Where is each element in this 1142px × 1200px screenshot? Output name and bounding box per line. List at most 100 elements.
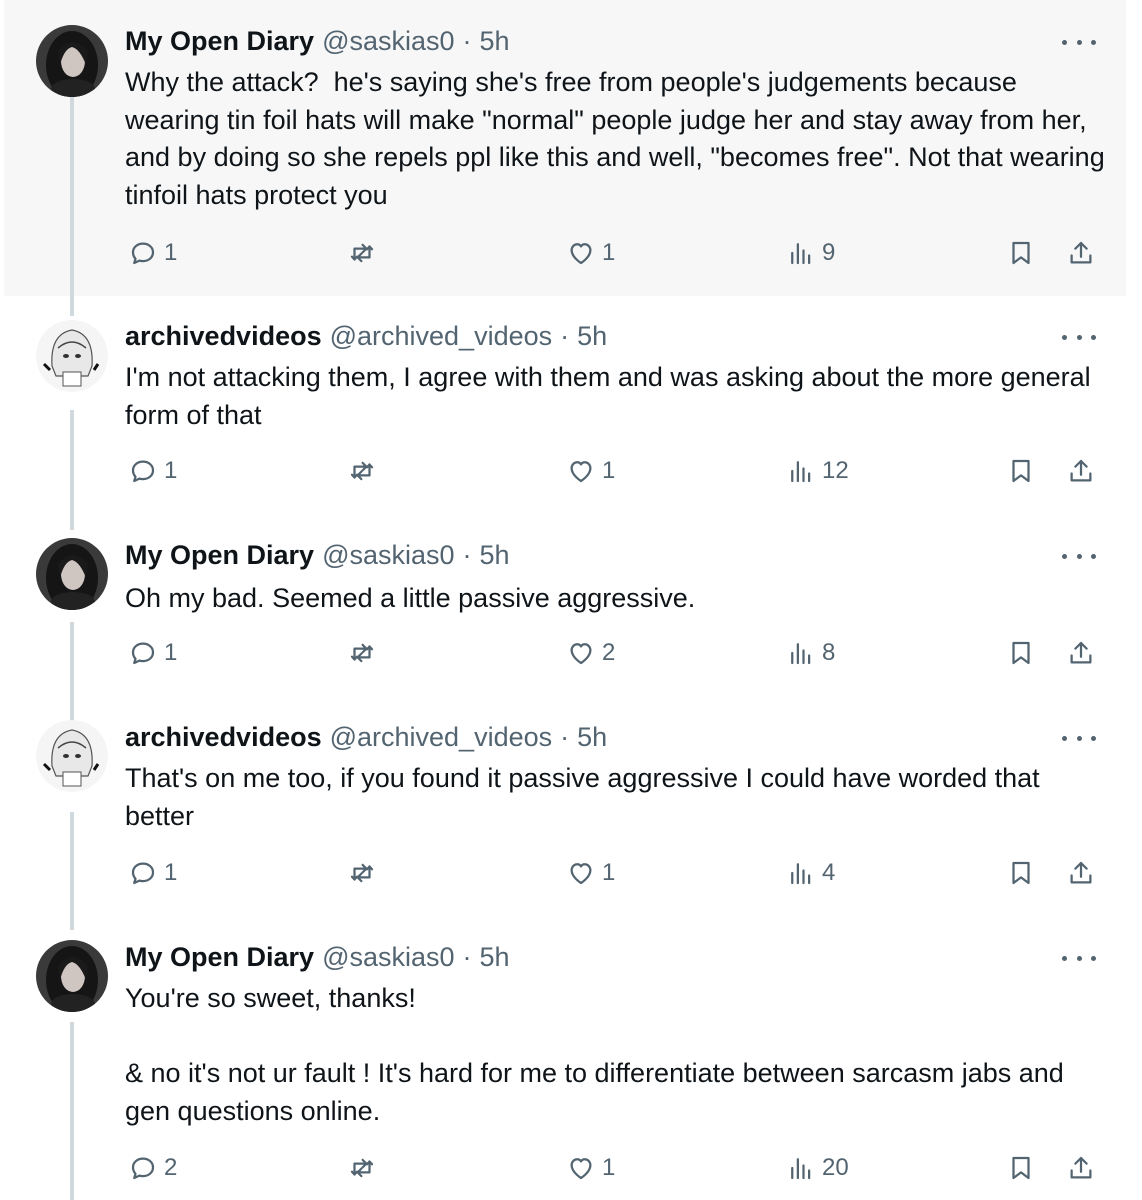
reply-button[interactable]: 1: [128, 456, 177, 486]
action-bar: 1 1 4: [0, 858, 1142, 898]
heart-icon: [566, 456, 596, 486]
timestamp[interactable]: 5h: [480, 942, 510, 973]
bookmark-icon: [1006, 858, 1036, 888]
views-count: 12: [822, 457, 849, 484]
tweet-header: archivedvideos @archived_videos · 5h: [125, 720, 607, 754]
views-button[interactable]: 12: [786, 456, 849, 486]
reply-count: 1: [164, 239, 178, 266]
avatar-image: [36, 320, 108, 392]
more-icon[interactable]: [1062, 728, 1096, 748]
reply-button[interactable]: 1: [128, 638, 177, 668]
author-handle[interactable]: @archived_videos: [330, 321, 553, 352]
reply-icon: [128, 638, 158, 668]
more-icon[interactable]: [1062, 327, 1096, 347]
repost-button[interactable]: [347, 638, 383, 668]
share-button[interactable]: [1066, 858, 1096, 888]
avatar[interactable]: [36, 25, 108, 97]
author-name[interactable]: My Open Diary: [125, 540, 314, 571]
bookmark-button[interactable]: [1006, 238, 1036, 268]
timestamp[interactable]: 5h: [480, 26, 510, 57]
reply-button[interactable]: 1: [128, 238, 177, 268]
bookmark-button[interactable]: [1006, 456, 1036, 486]
share-icon: [1066, 456, 1096, 486]
like-count: 1: [602, 859, 616, 886]
like-button[interactable]: 1: [566, 1153, 615, 1183]
like-count: 2: [602, 639, 616, 666]
repost-button[interactable]: [347, 858, 383, 888]
bookmark-icon: [1006, 1153, 1036, 1183]
share-button[interactable]: [1066, 456, 1096, 486]
views-icon: [786, 456, 816, 486]
action-bar: 2 1 20: [0, 1153, 1142, 1193]
share-button[interactable]: [1066, 638, 1096, 668]
tweet-text: Why the attack? he's saying she's free f…: [125, 67, 1113, 210]
views-icon: [786, 1153, 816, 1183]
timestamp[interactable]: 5h: [577, 321, 607, 352]
bookmark-icon: [1006, 456, 1036, 486]
bookmark-button[interactable]: [1006, 638, 1036, 668]
views-button[interactable]: 9: [786, 238, 835, 268]
views-count: 8: [822, 639, 836, 666]
share-icon: [1066, 858, 1096, 888]
author-name[interactable]: My Open Diary: [125, 942, 314, 973]
repost-button[interactable]: [347, 456, 383, 486]
heart-icon: [566, 638, 596, 668]
share-button[interactable]: [1066, 1153, 1096, 1183]
avatar-image: [36, 25, 108, 97]
bookmark-button[interactable]: [1006, 1153, 1036, 1183]
tweet-header: My Open Diary @saskias0 · 5h: [125, 24, 510, 58]
action-bar: 1 1 12: [0, 456, 1142, 496]
like-count: 1: [602, 239, 616, 266]
views-button[interactable]: 8: [786, 638, 835, 668]
views-icon: [786, 238, 816, 268]
views-count: 4: [822, 859, 836, 886]
author-handle[interactable]: @saskias0: [322, 26, 454, 57]
reply-icon: [128, 858, 158, 888]
like-button[interactable]: 1: [566, 238, 615, 268]
views-icon: [786, 638, 816, 668]
reply-icon: [128, 1153, 158, 1183]
author-name[interactable]: archivedvideos: [125, 722, 322, 753]
repost-icon: [347, 638, 377, 668]
author-name[interactable]: My Open Diary: [125, 26, 314, 57]
author-handle[interactable]: @archived_videos: [330, 722, 553, 753]
views-count: 20: [822, 1154, 849, 1181]
reply-count: 1: [164, 457, 178, 484]
avatar[interactable]: [36, 940, 108, 1012]
bookmark-button[interactable]: [1006, 858, 1036, 888]
share-button[interactable]: [1066, 238, 1096, 268]
avatar-image: [36, 538, 108, 610]
heart-icon: [566, 858, 596, 888]
like-count: 1: [602, 457, 616, 484]
views-button[interactable]: 20: [786, 1153, 849, 1183]
avatar[interactable]: [36, 720, 108, 792]
more-icon[interactable]: [1062, 546, 1096, 566]
timestamp[interactable]: 5h: [480, 540, 510, 571]
author-name[interactable]: archivedvideos: [125, 321, 322, 352]
share-icon: [1066, 638, 1096, 668]
like-button[interactable]: 1: [566, 456, 615, 486]
more-icon[interactable]: [1062, 948, 1096, 968]
repost-button[interactable]: [347, 1153, 383, 1183]
action-bar: 1 2 8: [0, 638, 1142, 678]
repost-icon: [347, 238, 377, 268]
avatar[interactable]: [36, 538, 108, 610]
reply-icon: [128, 238, 158, 268]
action-bar: 1 1 9: [0, 238, 1142, 278]
like-button[interactable]: 1: [566, 858, 615, 888]
like-button[interactable]: 2: [566, 638, 615, 668]
reply-button[interactable]: 2: [128, 1153, 177, 1183]
more-icon[interactable]: [1062, 32, 1096, 52]
repost-icon: [347, 1153, 377, 1183]
views-button[interactable]: 4: [786, 858, 835, 888]
author-handle[interactable]: @saskias0: [322, 942, 454, 973]
timestamp[interactable]: 5h: [577, 722, 607, 753]
reply-count: 2: [164, 1154, 178, 1181]
repost-button[interactable]: [347, 238, 383, 268]
heart-icon: [566, 1153, 596, 1183]
separator-dot: ·: [560, 320, 570, 351]
reply-button[interactable]: 1: [128, 858, 177, 888]
separator-dot: ·: [462, 941, 472, 972]
author-handle[interactable]: @saskias0: [322, 540, 454, 571]
avatar[interactable]: [36, 320, 108, 392]
